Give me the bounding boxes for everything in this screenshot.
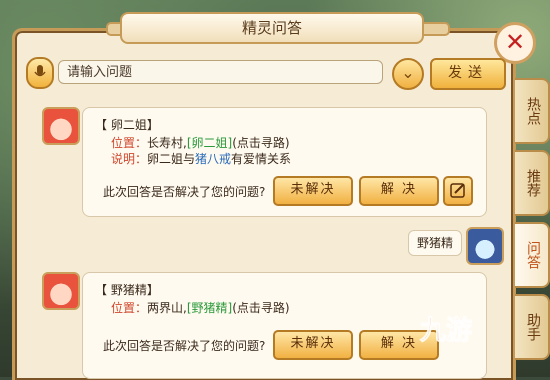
npc-name: 【 野猪精】 [95,283,159,297]
edit-button[interactable] [443,176,473,206]
unsolved-button[interactable]: 未解决 [273,330,353,360]
description-row: 说明：卵二姐与猪八戒有爱情关系 [111,152,292,166]
location-link[interactable]: [卵二姐] [187,136,232,150]
microphone-button[interactable] [26,57,54,89]
tab-hot[interactable]: 热点 [515,78,550,144]
npc-avatar [42,107,80,145]
location-link[interactable]: [野猪精] [187,301,232,315]
chevron-down-icon: ⌄ [401,63,415,82]
unsolved-button[interactable]: 未解决 [273,176,353,206]
answer-card: 【 卵二姐】 位置：长寿村,[卵二姐](点击寻路) 说明：卵二姐与猪八戒有爱情关… [82,107,487,217]
npc-avatar [42,272,80,310]
user-avatar [466,227,504,265]
edit-icon [450,183,465,198]
tab-qa[interactable]: 问答 [515,222,550,288]
tab-assistant[interactable]: 助手 [515,294,550,360]
npc-name: 【 卵二姐】 [95,118,159,132]
user-message-bubble: 野猪精 [408,230,462,256]
side-tabs: 热点 推荐 问答 助手 [515,78,550,366]
microphone-icon [34,65,46,77]
question-input[interactable]: 请输入问题 [58,60,383,84]
dropdown-button[interactable]: ⌄ [392,58,424,90]
feedback-question: 此次回答是否解决了您的问题? [103,185,266,199]
watermark-logo: 九游 [419,316,473,347]
location-row: 位置：两界山,[野猪精](点击寻路) [111,301,290,315]
tab-recommend[interactable]: 推荐 [515,150,550,216]
panel-title: 精灵问答 [120,12,424,44]
location-row: 位置：长寿村,[卵二姐](点击寻路) [111,136,290,150]
description-link[interactable]: 猪八戒 [195,152,231,166]
feedback-question: 此次回答是否解决了您的问题? [103,339,266,353]
solved-button[interactable]: 解 决 [359,176,439,206]
send-button[interactable]: 发送 [430,58,506,90]
